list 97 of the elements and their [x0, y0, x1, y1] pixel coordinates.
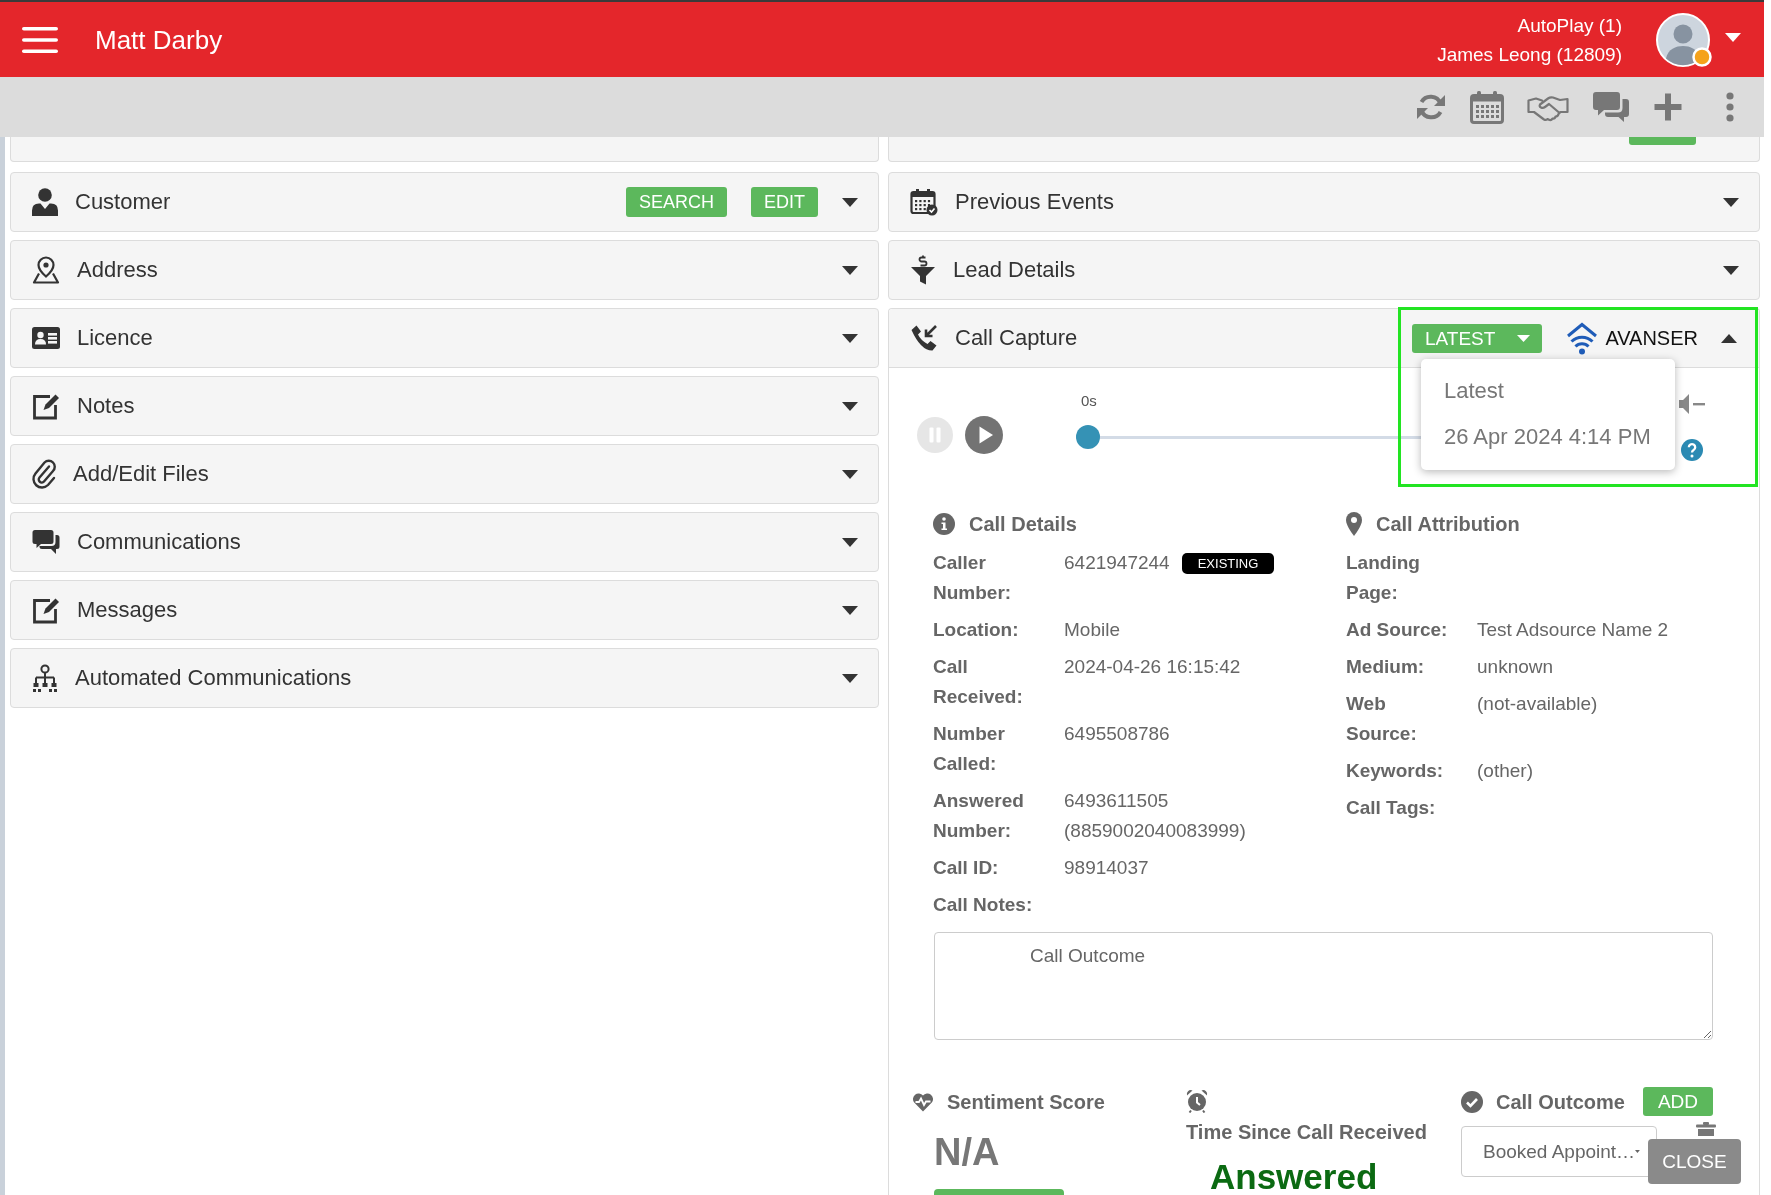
menu-item[interactable]: 26 Apr 2024 4:14 PM	[1421, 414, 1675, 460]
map-marker-icon	[1346, 512, 1362, 536]
section-title: Licence	[77, 325, 153, 351]
caret-down-icon[interactable]	[842, 401, 858, 411]
field-value: 6495508786	[1064, 722, 1170, 746]
id-card-icon	[32, 327, 60, 349]
outcome-select[interactable]: Booked Appoint…	[1461, 1126, 1657, 1177]
action-button[interactable]: SEARCH	[625, 187, 727, 217]
action-button[interactable]: EDIT	[751, 187, 818, 217]
user-name: Matt Darby	[95, 24, 223, 55]
account-label: James Leong (12809)	[1437, 42, 1622, 67]
caret-down-icon[interactable]	[842, 673, 858, 683]
metric-title: Time Since Call Received	[1186, 1120, 1428, 1145]
plus-icon[interactable]	[1653, 92, 1683, 122]
more-icon[interactable]	[1726, 92, 1734, 122]
map-pin-icon	[32, 256, 60, 284]
caret-down-icon[interactable]	[842, 197, 858, 207]
calendar-icon[interactable]	[1470, 90, 1504, 124]
chat-icon[interactable]	[1592, 91, 1630, 123]
metric-title: Sentiment Score	[947, 1089, 1105, 1115]
section-title: Notes	[77, 393, 135, 419]
heart-pulse-icon	[912, 1091, 934, 1112]
field-value: 6493611505 (8859002040083999)	[1064, 789, 1247, 843]
section-heading: Call Details	[969, 512, 1077, 536]
funnel-icon	[910, 255, 936, 285]
check-circle-icon	[1461, 1090, 1483, 1113]
account-label: AutoPlay (1)	[1517, 13, 1622, 38]
section-heading: Call Attribution	[1376, 512, 1520, 536]
sitemap-icon	[32, 664, 58, 692]
field-label: Keywords:	[1346, 759, 1445, 783]
field-value: Mobile	[1064, 618, 1120, 642]
metric-title: Call Outcome	[1496, 1089, 1625, 1115]
caret-down-icon[interactable]	[842, 469, 858, 479]
field-value: unknown	[1477, 655, 1554, 679]
caret-down-icon[interactable]	[842, 333, 858, 343]
field-label: Call Tags:	[1346, 796, 1437, 820]
field-label: Caller Number:	[933, 551, 1013, 605]
caret-down-icon[interactable]	[1723, 197, 1739, 207]
recording-select-button[interactable]: LATEST	[1412, 323, 1543, 353]
section-title: Call Capture	[955, 325, 1078, 351]
help-icon[interactable]	[1681, 439, 1703, 461]
caret-down-icon[interactable]	[842, 605, 858, 615]
field-value: (not-available)	[1477, 692, 1598, 716]
section-title: Automated Communications	[75, 665, 352, 691]
status-badge: EXISTING	[1181, 553, 1275, 574]
metric-value: Answered	[1210, 1159, 1378, 1195]
calendar-check-icon	[910, 188, 938, 216]
chat-icon	[32, 529, 60, 555]
add-button[interactable]: ADD	[1642, 1087, 1713, 1116]
brand-name: AVANSER	[1605, 326, 1698, 350]
slider-thumb[interactable]	[1076, 425, 1100, 449]
section-title: Add/Edit Files	[73, 461, 209, 487]
caret-down-icon	[1635, 1148, 1640, 1155]
field-label: Landing Page:	[1346, 551, 1421, 605]
field-value: 2024-04-26 16:15:42	[1064, 655, 1241, 679]
caret-down-icon[interactable]	[842, 537, 858, 547]
field-value: 6421947244	[1064, 551, 1170, 575]
field-label: Ad Source:	[1346, 618, 1449, 642]
field-value: (other)	[1477, 759, 1533, 783]
field-label: Call ID:	[933, 856, 1000, 880]
caret-up-icon[interactable]	[1721, 333, 1737, 343]
field-value: 98914037	[1064, 856, 1149, 880]
field-value: Test Adsource Name 2	[1477, 618, 1669, 642]
field-label: Call Received:	[933, 655, 1024, 709]
edit-icon	[32, 392, 60, 420]
user-icon	[32, 188, 58, 216]
phone-icon	[910, 324, 938, 352]
volume-icon[interactable]	[1678, 392, 1706, 416]
menu-item[interactable]: Latest	[1421, 368, 1675, 414]
section-title: Customer	[75, 189, 171, 215]
metric-value: N/A	[934, 1130, 1000, 1174]
section-title: Lead Details	[953, 257, 1076, 283]
trash-icon[interactable]	[1696, 1122, 1716, 1136]
edit-icon	[32, 596, 60, 624]
field-label: Number Called:	[933, 722, 1006, 776]
field-label: Location:	[933, 618, 1020, 642]
field-label: Medium:	[1346, 655, 1426, 679]
menu-icon[interactable]	[22, 26, 58, 53]
alarm-clock-icon	[1186, 1089, 1208, 1113]
section-title: Messages	[77, 597, 178, 623]
section-title: Communications	[77, 529, 241, 555]
section-title: Previous Events	[955, 189, 1114, 215]
field-label: Web Source:	[1346, 692, 1418, 746]
status-dot-icon	[1692, 46, 1712, 67]
caret-down-icon[interactable]	[1723, 265, 1739, 275]
time-label: 0s	[1081, 392, 1097, 410]
caret-down-icon[interactable]	[842, 265, 858, 275]
signal-logo-icon	[1565, 321, 1600, 355]
play-icon[interactable]	[965, 416, 1003, 454]
close-button[interactable]: CLOSE	[1648, 1139, 1741, 1184]
caret-down-icon	[1517, 334, 1531, 342]
field-label: Call Notes:	[933, 893, 1033, 917]
info-icon	[933, 513, 955, 535]
paperclip-icon	[32, 459, 56, 489]
notes-field[interactable]: Call Outcome	[934, 932, 1713, 1040]
field-label: Answered Number:	[933, 789, 1025, 843]
section-title: Address	[77, 257, 158, 283]
